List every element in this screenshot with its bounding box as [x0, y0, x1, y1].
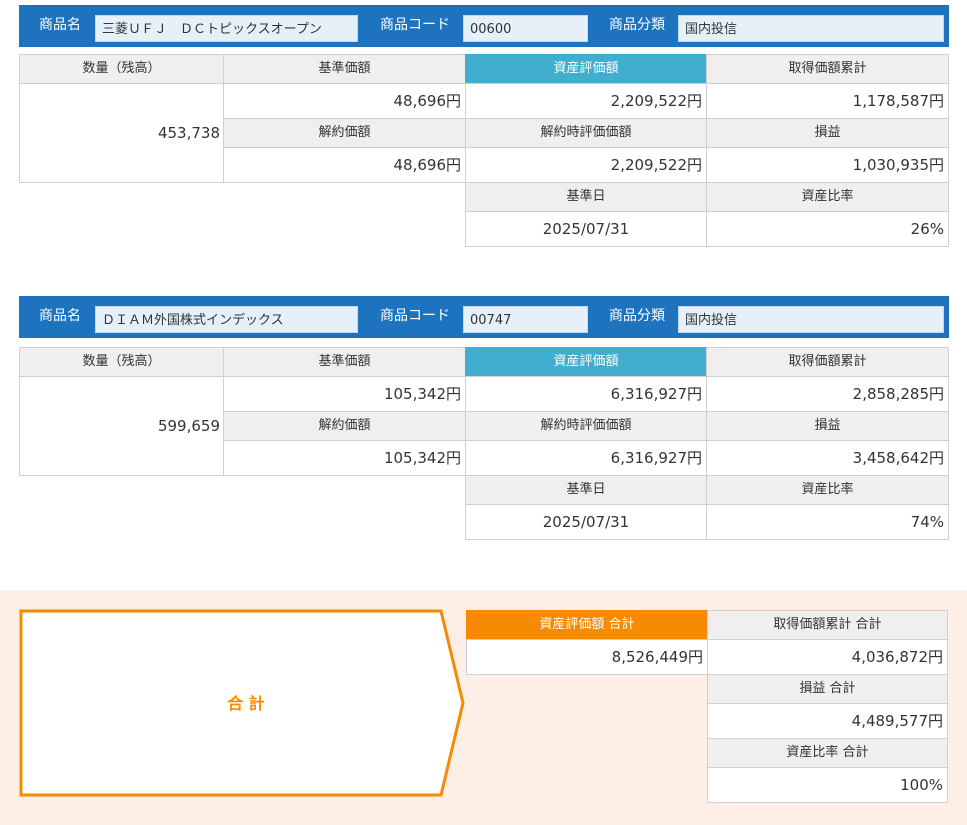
product-name-label: 商品名 [39, 17, 81, 33]
product-header-bar: 商品名 三菱ＵＦＪ ＤＣトピックスオープン 商品コード 00600 商品分類 国… [19, 5, 949, 47]
total-asset-valuation-value: 8,526,449円 [466, 639, 708, 675]
asset-ratio-value: 26% [706, 211, 949, 247]
total-acquisition-header: 取得価額累計 合計 [707, 610, 948, 640]
cancel-price-header: 解約価額 [223, 411, 466, 441]
quantity-value: 599,659 [19, 376, 224, 476]
profit-loss-header: 損益 [706, 118, 949, 148]
product-category-label: 商品分類 [609, 308, 665, 324]
acquisition-total-header: 取得価額累計 [706, 347, 949, 377]
product-code-value: 00600 [463, 15, 588, 42]
base-date-header: 基準日 [465, 475, 707, 505]
cancel-price-header: 解約価額 [223, 118, 466, 148]
acquisition-total-value: 2,858,285円 [706, 376, 949, 412]
cancel-price-value: 105,342円 [223, 440, 466, 476]
acquisition-total-value: 1,178,587円 [706, 83, 949, 119]
base-date-value: 2025/07/31 [465, 504, 707, 540]
base-price-header: 基準価額 [223, 347, 466, 377]
product-header-bar: 商品名 ＤＩＡＭ外国株式インデックス 商品コード 00747 商品分類 国内投信 [19, 296, 949, 338]
cancel-valuation-header: 解約時評価価額 [465, 118, 707, 148]
asset-ratio-header: 資産比率 [706, 182, 949, 212]
profit-loss-value: 3,458,642円 [706, 440, 949, 476]
asset-valuation-value: 2,209,522円 [465, 83, 707, 119]
base-price-value: 48,696円 [223, 83, 466, 119]
cancel-valuation-value: 2,209,522円 [465, 147, 707, 183]
product-name-value: 三菱ＵＦＪ ＤＣトピックスオープン [95, 15, 358, 42]
acquisition-total-header: 取得価額累計 [706, 54, 949, 84]
cancel-valuation-header: 解約時評価価額 [465, 411, 707, 441]
base-date-value: 2025/07/31 [465, 211, 707, 247]
asset-valuation-value: 6,316,927円 [465, 376, 707, 412]
totals-title: 合 計 [227, 694, 265, 713]
profit-loss-value: 1,030,935円 [706, 147, 949, 183]
total-profit-loss-value: 4,489,577円 [707, 703, 948, 739]
product-category-value: 国内投信 [678, 306, 944, 333]
base-price-header: 基準価額 [223, 54, 466, 84]
quantity-value: 453,738 [19, 83, 224, 183]
quantity-header: 数量（残高） [19, 54, 224, 84]
total-asset-ratio-value: 100% [707, 767, 948, 803]
profit-loss-header: 損益 [706, 411, 949, 441]
base-price-value: 105,342円 [223, 376, 466, 412]
asset-valuation-header: 資産評価額 [465, 54, 707, 84]
product-name-value: ＤＩＡＭ外国株式インデックス [95, 306, 358, 333]
total-acquisition-value: 4,036,872円 [707, 639, 948, 675]
product-category-label: 商品分類 [609, 17, 665, 33]
total-asset-valuation-header: 資産評価額 合計 [466, 610, 708, 640]
quantity-header: 数量（残高） [19, 347, 224, 377]
total-asset-ratio-header: 資産比率 合計 [707, 738, 948, 768]
product-code-label: 商品コード [380, 17, 450, 33]
cancel-valuation-value: 6,316,927円 [465, 440, 707, 476]
product-code-label: 商品コード [380, 308, 450, 324]
cancel-price-value: 48,696円 [223, 147, 466, 183]
asset-ratio-header: 資産比率 [706, 475, 949, 505]
asset-ratio-value: 74% [706, 504, 949, 540]
base-date-header: 基準日 [465, 182, 707, 212]
asset-valuation-header: 資産評価額 [465, 347, 707, 377]
product-code-value: 00747 [463, 306, 588, 333]
product-name-label: 商品名 [39, 308, 81, 324]
product-category-value: 国内投信 [678, 15, 944, 42]
total-profit-loss-header: 損益 合計 [707, 674, 948, 704]
